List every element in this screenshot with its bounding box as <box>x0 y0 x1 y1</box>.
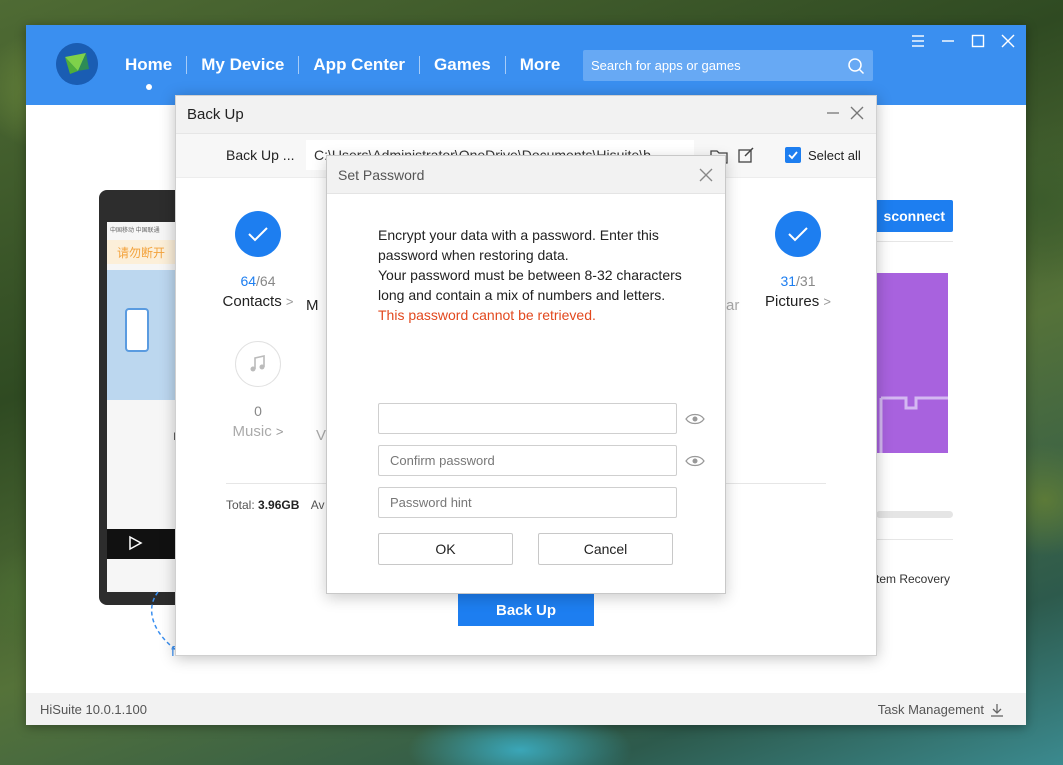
search-box <box>583 50 873 81</box>
checkmark-icon <box>788 151 798 160</box>
app-version: HiSuite 10.0.1.100 <box>40 702 147 717</box>
category-calendar[interactable]: ar <box>726 211 746 314</box>
main-nav: Home My Device App Center Games More <box>111 25 574 105</box>
total-value: 3.96GB <box>258 498 300 512</box>
search-icon[interactable] <box>847 57 865 75</box>
system-recovery-link[interactable]: tem Recovery <box>876 572 950 586</box>
disconnect-button[interactable]: sconnect <box>876 200 953 232</box>
ok-button[interactable]: OK <box>378 533 513 565</box>
nav-home-label: Home <box>125 55 173 74</box>
nav-games[interactable]: Games <box>420 25 505 105</box>
backup-dialog-titlebar: Back Up <box>176 96 876 134</box>
chevron-right-icon: > <box>823 294 831 309</box>
close-icon[interactable] <box>1000 33 1016 49</box>
contacts-count: 64/64 <box>213 273 303 289</box>
backup-dialog-controls <box>826 106 864 120</box>
music-label: Music > <box>213 423 303 440</box>
edit-icon[interactable] <box>738 147 754 163</box>
backup-dialog-title: Back Up <box>187 106 244 123</box>
pictures-selected: 31 <box>780 273 797 289</box>
device-illustration-icon <box>125 308 149 352</box>
password-hint-field[interactable] <box>378 487 677 518</box>
play-icon[interactable] <box>127 535 143 551</box>
eye-icon[interactable] <box>685 454 705 468</box>
set-password-title: Set Password <box>338 167 425 183</box>
promo-graphic <box>879 396 948 453</box>
nav-more[interactable]: More <box>506 25 575 105</box>
set-password-titlebar: Set Password <box>327 156 725 194</box>
pictures-label-text: Pictures <box>765 293 820 310</box>
select-all-toggle[interactable]: Select all <box>785 147 861 163</box>
minimize-icon[interactable] <box>826 106 840 120</box>
pictures-count: 31/31 <box>753 273 843 289</box>
phone-warning-text: 请勿断开 <box>117 245 166 260</box>
category-pictures[interactable]: 31/31 Pictures > <box>753 211 843 310</box>
chevron-right-icon: > <box>285 294 294 309</box>
promo-card[interactable] <box>876 273 948 453</box>
password-message-line1: Encrypt your data with a password. Enter… <box>378 227 659 263</box>
minimize-icon[interactable] <box>940 33 956 49</box>
password-message-line2: Your password must be between 8-32 chara… <box>378 267 682 303</box>
divider <box>876 539 953 540</box>
close-icon[interactable] <box>850 106 864 120</box>
back-up-button[interactable]: Back Up <box>458 594 594 626</box>
available-label: Av <box>310 498 325 512</box>
backup-path-label: Back Up ... <box>226 147 295 163</box>
select-all-label: Select all <box>808 147 861 163</box>
active-indicator-dot <box>145 84 152 90</box>
contacts-selected: 64 <box>240 273 257 289</box>
status-bar: HiSuite 10.0.1.100 Task Management <box>26 693 1026 725</box>
search-input[interactable] <box>591 58 847 73</box>
close-icon[interactable] <box>699 168 713 182</box>
backup-total: Total: 3.96GB Av <box>226 498 325 512</box>
nav-my-device[interactable]: My Device <box>187 25 298 105</box>
pictures-checked-icon[interactable] <box>775 211 821 257</box>
contacts-checked-icon[interactable] <box>235 211 281 257</box>
chevron-right-icon: > <box>275 424 284 439</box>
window-controls <box>910 33 1016 49</box>
menu-icon[interactable] <box>910 33 926 49</box>
pictures-label: Pictures > <box>753 293 843 310</box>
maximize-icon[interactable] <box>970 33 986 49</box>
storage-progress-bar <box>876 511 953 518</box>
music-label-text: Music <box>232 423 272 440</box>
pictures-total: /31 <box>796 273 816 289</box>
cancel-button[interactable]: Cancel <box>538 533 673 565</box>
category-music[interactable]: 0 Music > <box>213 341 303 440</box>
top-navigation-bar: Home My Device App Center Games More <box>26 25 1026 105</box>
nav-app-center[interactable]: App Center <box>299 25 419 105</box>
task-management-label: Task Management <box>877 702 984 717</box>
password-field[interactable] <box>378 403 677 434</box>
category-contacts[interactable]: 64/64 Contacts > <box>213 211 303 310</box>
total-label: Total: <box>226 498 255 512</box>
contacts-label: Contacts > <box>213 293 303 310</box>
contacts-total: /64 <box>256 273 276 289</box>
confirm-password-field[interactable] <box>378 445 677 476</box>
music-icon[interactable] <box>235 341 281 387</box>
contacts-label-text: Contacts <box>222 293 282 310</box>
task-management-button[interactable]: Task Management <box>878 702 1004 717</box>
calendar-label: ar <box>726 297 740 314</box>
password-instructions: Encrypt your data with a password. Enter… <box>378 225 688 325</box>
select-all-checkbox[interactable] <box>785 147 801 163</box>
divider <box>876 241 953 242</box>
eye-icon[interactable] <box>685 412 705 426</box>
password-warning: This password cannot be retrieved. <box>378 307 596 323</box>
nav-home[interactable]: Home <box>111 25 186 105</box>
music-count: 0 <box>254 403 262 419</box>
hisuite-logo-icon <box>56 43 98 85</box>
download-icon <box>991 703 1003 717</box>
set-password-dialog: Set Password Encrypt your data with a pa… <box>326 155 726 594</box>
